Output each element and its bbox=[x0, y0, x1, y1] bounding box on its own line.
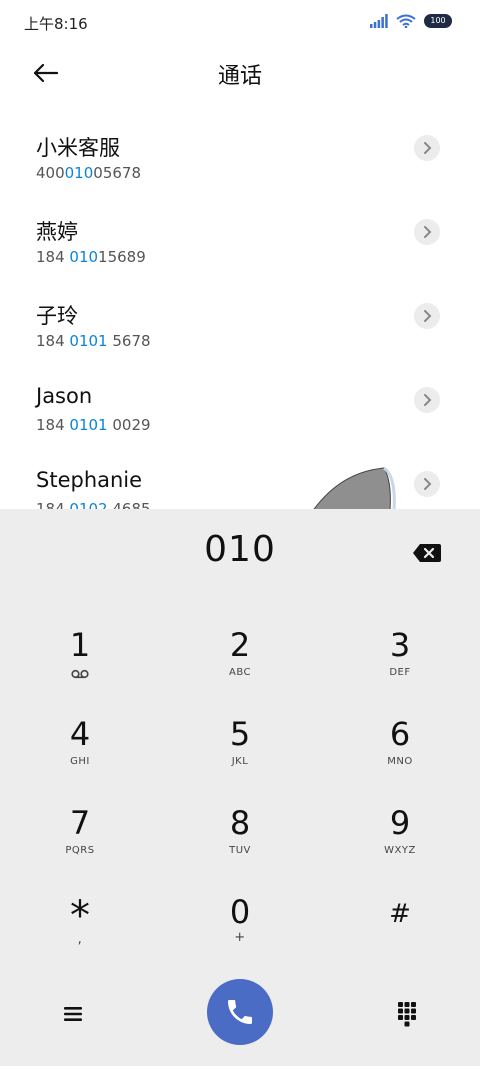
contact-name: 燕婷 bbox=[36, 220, 78, 244]
contact-name: Jason bbox=[36, 384, 93, 408]
key-digit: 2 bbox=[229, 626, 251, 664]
key-9[interactable]: 9 WXYZ bbox=[340, 797, 460, 877]
signal-icon bbox=[370, 14, 388, 28]
key-8[interactable]: 8 TUV bbox=[180, 797, 300, 877]
contact-number: 184 0101 5678 bbox=[36, 332, 151, 350]
key-letters: DEF bbox=[389, 667, 411, 678]
key-digit: 3 bbox=[389, 626, 411, 664]
key-2[interactable]: 2 ABC bbox=[180, 619, 300, 699]
list-item[interactable]: Stephanie 184 0102 4685 bbox=[0, 448, 480, 509]
voicemail-icon bbox=[71, 669, 89, 679]
contact-detail-button[interactable] bbox=[414, 471, 440, 497]
contact-detail-button[interactable] bbox=[414, 387, 440, 413]
key-letters: WXYZ bbox=[384, 845, 416, 856]
match-highlight: 0101 bbox=[69, 416, 108, 434]
battery-icon: 100 bbox=[424, 14, 452, 28]
key-digit: 0 bbox=[229, 893, 251, 931]
match-highlight: 0101 bbox=[69, 332, 108, 350]
wifi-icon bbox=[396, 14, 416, 28]
contact-detail-button[interactable] bbox=[414, 219, 440, 245]
match-highlight: 010 bbox=[69, 248, 99, 266]
key-digit: 6 bbox=[389, 715, 411, 753]
key-0[interactable]: 0 + bbox=[180, 886, 300, 966]
dialpad-icon bbox=[398, 1002, 416, 1027]
contact-name: 子玲 bbox=[36, 304, 78, 328]
chevron-right-icon bbox=[424, 394, 432, 406]
keypad-toggle-button[interactable] bbox=[392, 999, 422, 1029]
contact-name: Stephanie bbox=[36, 468, 143, 492]
page-title: 通话 bbox=[217, 64, 262, 89]
key-4[interactable]: 4 GHI bbox=[20, 708, 140, 788]
contact-number: 40001005678 bbox=[36, 164, 141, 182]
backspace-icon bbox=[413, 544, 441, 562]
key-5[interactable]: 5 JKL bbox=[180, 708, 300, 788]
menu-icon bbox=[64, 1007, 82, 1021]
contact-name: 小米客服 bbox=[36, 136, 120, 160]
key-digit: 7 bbox=[69, 804, 91, 842]
key-star[interactable]: * , bbox=[20, 886, 140, 966]
list-item[interactable]: Jason 184 0101 0029 bbox=[0, 364, 480, 448]
contact-number: 184 0102 4685 bbox=[36, 500, 151, 509]
key-6[interactable]: 6 MNO bbox=[340, 708, 460, 788]
key-letters: MNO bbox=[387, 756, 413, 767]
chevron-right-icon bbox=[424, 310, 432, 322]
dialpad-bottom-bar bbox=[0, 977, 480, 1057]
key-digit: 1 bbox=[69, 626, 91, 664]
key-digit: 8 bbox=[229, 804, 251, 842]
key-digit: 4 bbox=[69, 715, 91, 753]
match-highlight: 010 bbox=[64, 164, 94, 182]
contact-suggestion-list: 小米客服 40001005678 燕婷 184 01015689 子玲 184 … bbox=[0, 112, 480, 509]
chevron-right-icon bbox=[424, 226, 432, 238]
list-item[interactable]: 子玲 184 0101 5678 bbox=[0, 280, 480, 364]
contact-number: 184 01015689 bbox=[36, 248, 146, 266]
list-item[interactable]: 燕婷 184 01015689 bbox=[0, 196, 480, 280]
call-button[interactable] bbox=[207, 979, 273, 1045]
status-bar: 上午8:16 100 bbox=[0, 0, 480, 46]
key-3[interactable]: 3 DEF bbox=[340, 619, 460, 699]
status-time: 上午8:16 bbox=[24, 15, 88, 33]
header: 通话 bbox=[0, 46, 480, 102]
key-hash[interactable]: # bbox=[340, 886, 460, 966]
menu-button[interactable] bbox=[58, 999, 88, 1029]
contact-number: 184 0101 0029 bbox=[36, 416, 151, 434]
dial-input[interactable]: 010 bbox=[0, 529, 480, 570]
contact-detail-button[interactable] bbox=[414, 135, 440, 161]
chevron-right-icon bbox=[424, 142, 432, 154]
backspace-button[interactable] bbox=[412, 542, 442, 564]
match-highlight: 0102 bbox=[69, 500, 108, 509]
key-letters: , bbox=[77, 932, 83, 947]
contact-detail-button[interactable] bbox=[414, 303, 440, 329]
key-letters: PQRS bbox=[65, 845, 95, 856]
key-1[interactable]: 1 bbox=[20, 619, 140, 699]
phone-icon bbox=[228, 1000, 252, 1024]
key-letters: GHI bbox=[70, 756, 90, 767]
dialpad: 010 1 2 ABC 3 DEF 4 GHI 5 JKL 6 MNO 7 PQ… bbox=[0, 509, 480, 1066]
key-letters: ABC bbox=[228, 667, 251, 678]
chevron-right-icon bbox=[424, 478, 432, 490]
key-letters: + bbox=[234, 930, 246, 945]
key-letters: JKL bbox=[231, 756, 249, 767]
key-digit: * bbox=[70, 893, 90, 939]
key-digit: 9 bbox=[389, 804, 411, 842]
key-digit: 5 bbox=[229, 715, 251, 753]
key-letters: TUV bbox=[229, 845, 251, 856]
status-icons: 100 bbox=[370, 14, 452, 28]
key-digit: # bbox=[389, 899, 411, 929]
key-7[interactable]: 7 PQRS bbox=[20, 797, 140, 877]
list-item[interactable]: 小米客服 40001005678 bbox=[0, 112, 480, 196]
